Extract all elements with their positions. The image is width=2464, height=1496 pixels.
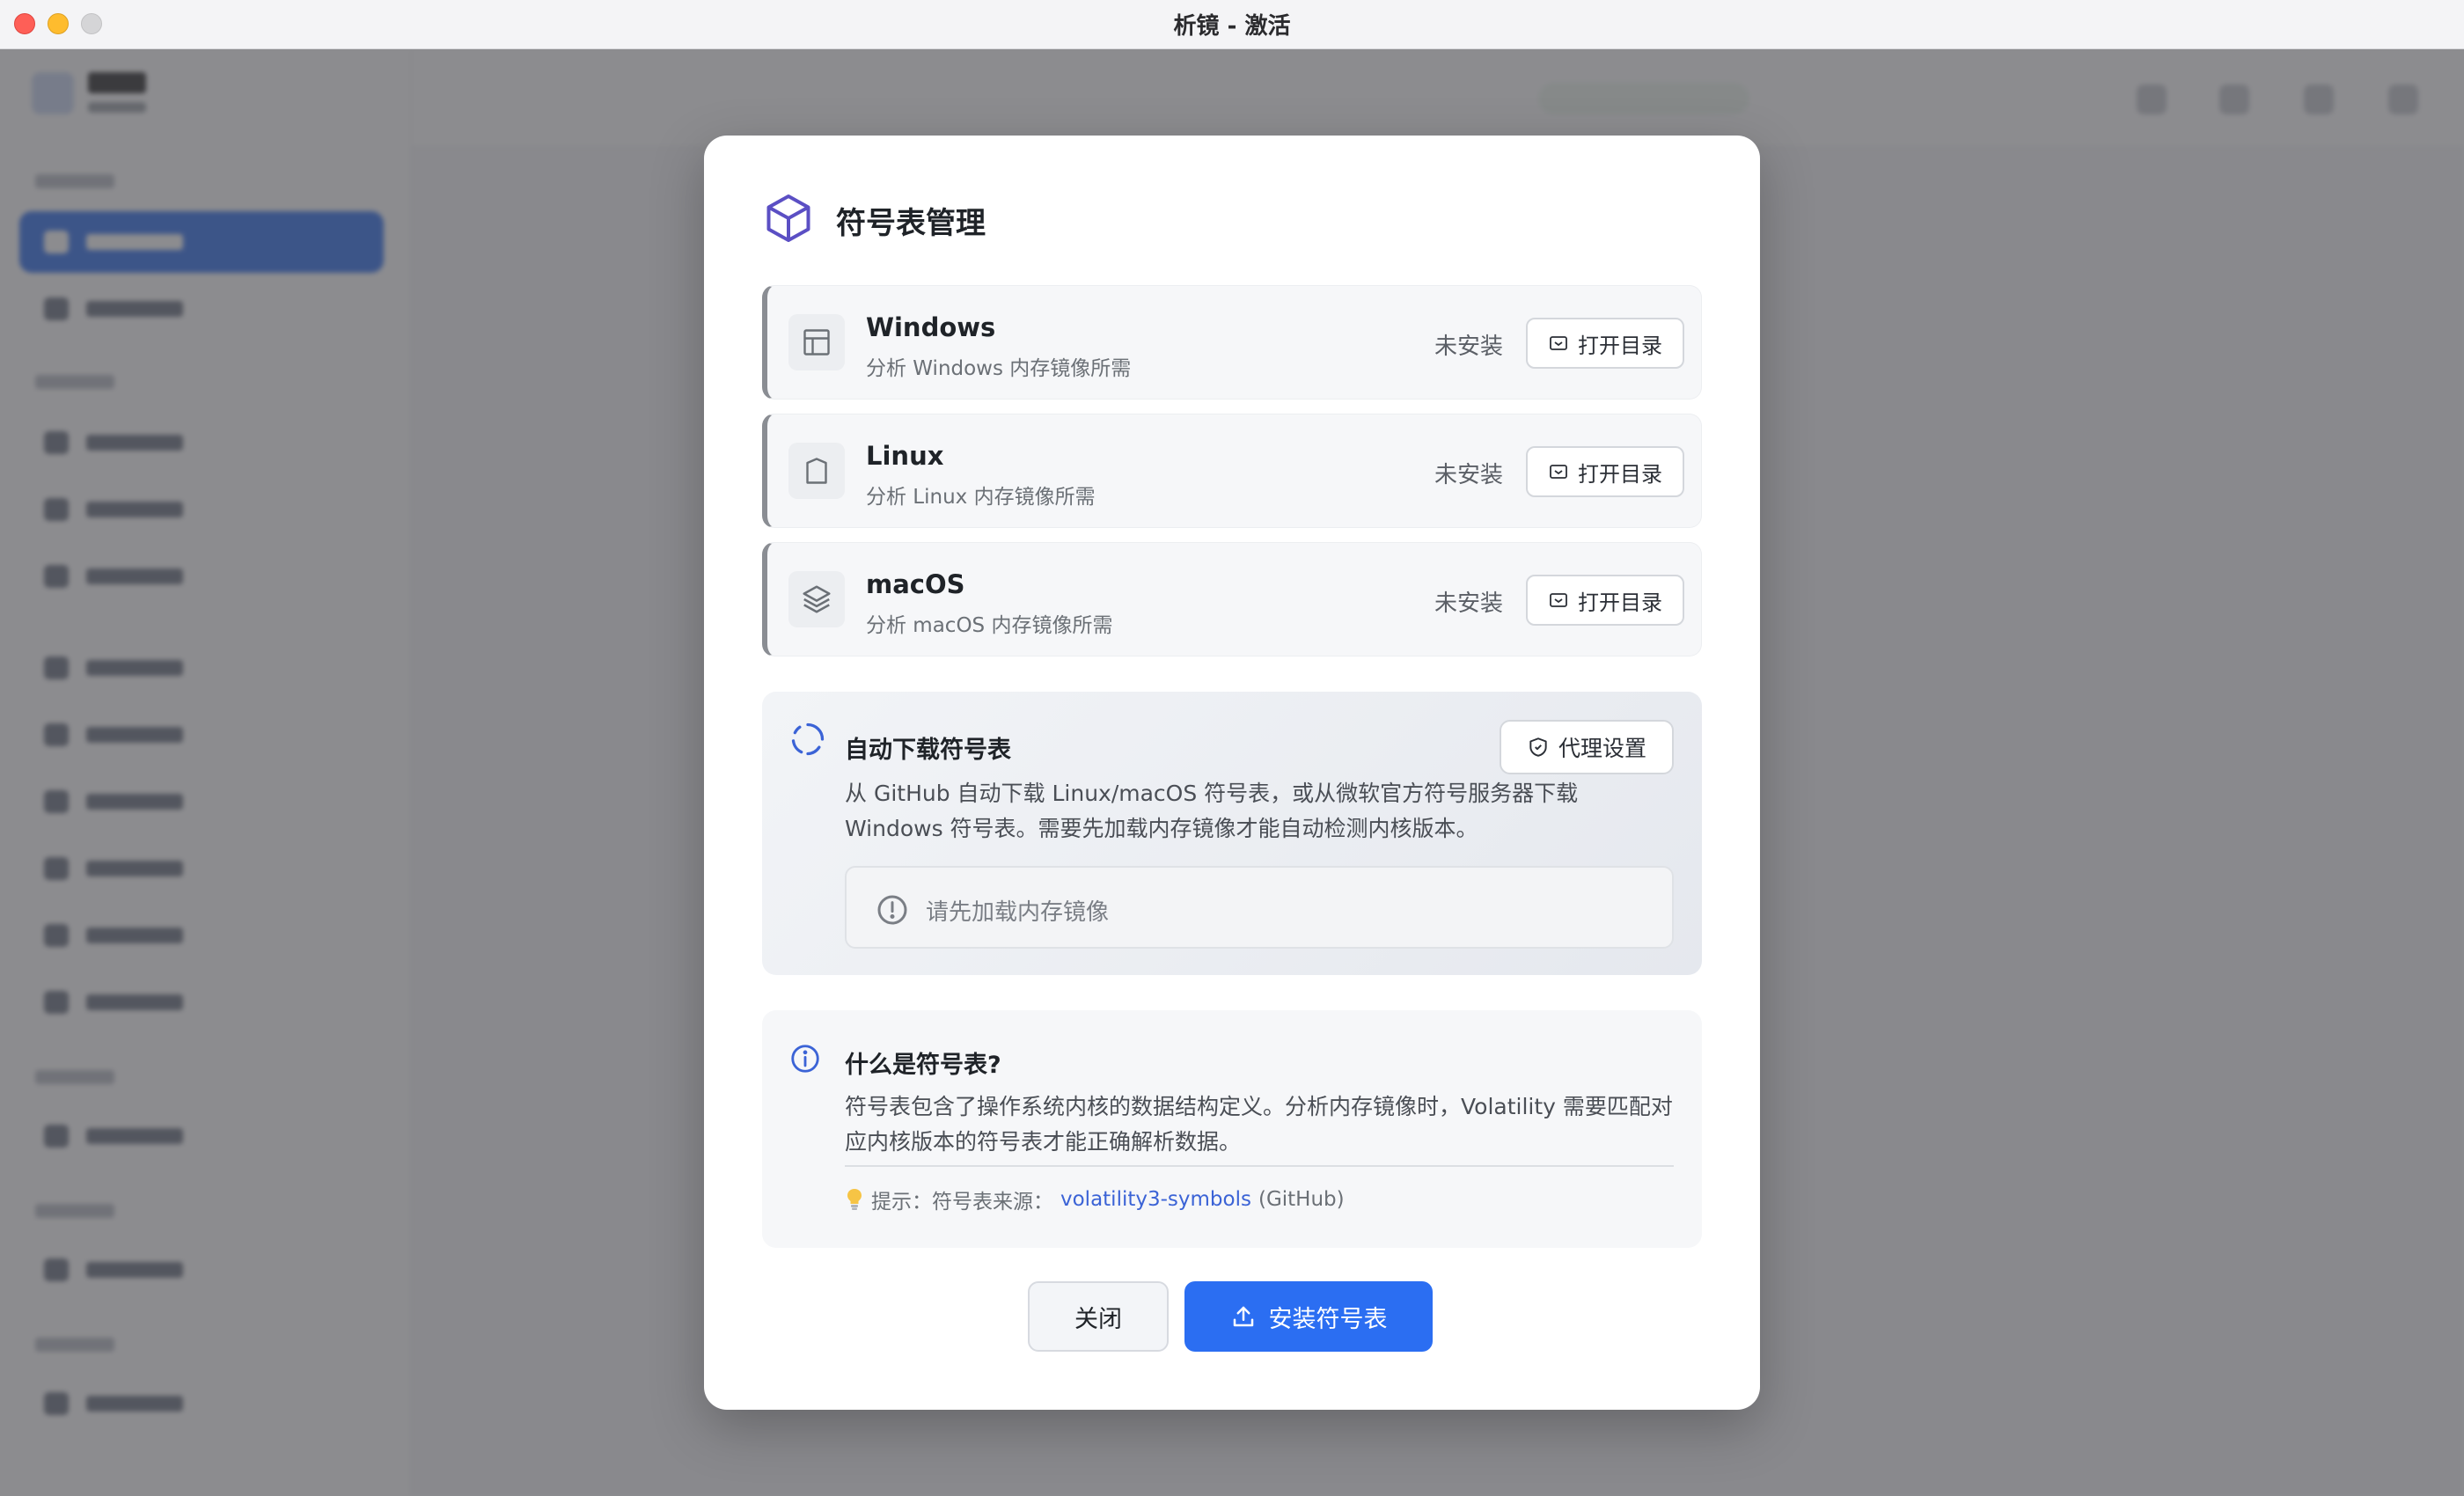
- status-badge: 未安装: [1434, 334, 1504, 360]
- button-label: 打开目录: [1578, 590, 1662, 615]
- window-titlebar: 析镜 - 激活: [0, 0, 2464, 49]
- notice-text: 请先加载内存镜像: [926, 899, 1110, 926]
- open-directory-button-macos[interactable]: 打开目录: [1526, 575, 1684, 626]
- modal-title: 符号表管理: [836, 205, 986, 241]
- minimize-window-button[interactable]: [48, 13, 69, 34]
- zoom-window-button[interactable]: [81, 13, 102, 34]
- shield-icon: [788, 443, 845, 499]
- windows-layout-icon: [788, 314, 845, 370]
- symbol-info-panel: 什么是符号表? 符号表包含了操作系统内核的数据结构定义。分析内存镜像时，Vola…: [762, 1010, 1702, 1248]
- open-directory-button-windows[interactable]: 打开目录: [1526, 318, 1684, 369]
- window-title: 析镜 - 激活: [1173, 13, 1291, 40]
- os-description: 分析 macOS 内存镜像所需: [866, 614, 1113, 637]
- upload-icon: [1233, 1306, 1253, 1327]
- tip-suffix: (GitHub): [1258, 1188, 1345, 1211]
- button-label: 打开目录: [1578, 333, 1662, 358]
- auto-download-panel: 自动下载符号表 代理设置 从 GitHub 自动下载 Linux/macOS 符…: [762, 692, 1702, 975]
- layers-icon: [788, 571, 845, 627]
- os-name: macOS: [866, 569, 965, 599]
- close-button[interactable]: 关闭: [1028, 1281, 1169, 1352]
- tip-prefix: 提示：符号表来源：: [871, 1191, 1053, 1214]
- status-badge: 未安装: [1434, 462, 1504, 488]
- alert-circle-icon: [875, 892, 910, 931]
- load-image-notice: 请先加载内存镜像: [845, 866, 1674, 949]
- os-card-macos: macOS 分析 macOS 内存镜像所需 未安装 打开目录: [762, 542, 1702, 656]
- auto-download-title: 自动下载符号表: [845, 737, 1011, 764]
- source-tip: 提示：符号表来源： volatility3-symbols (GitHub): [845, 1184, 1345, 1214]
- status-badge: 未安装: [1434, 590, 1504, 617]
- os-card-windows: Windows 分析 Windows 内存镜像所需 未安装 打开目录: [762, 285, 1702, 400]
- proxy-settings-button[interactable]: 代理设置: [1500, 720, 1674, 774]
- lightbulb-icon: [847, 1189, 862, 1210]
- folder-open-icon: [1550, 593, 1567, 607]
- modal-header: 符号表管理: [762, 194, 986, 246]
- symbol-table-modal: 符号表管理 Windows 分析 Windows 内存镜像所需 未安装 打开目录…: [704, 136, 1760, 1410]
- os-name: Linux: [866, 441, 944, 471]
- divider: [845, 1165, 1674, 1167]
- button-label: 安装符号表: [1268, 1305, 1388, 1333]
- folder-open-icon: [1550, 336, 1567, 350]
- os-card-linux: Linux 分析 Linux 内存镜像所需 未安装 打开目录: [762, 414, 1702, 528]
- shield-check-icon: [1529, 737, 1547, 757]
- loading-spinner-icon: [788, 720, 827, 762]
- info-description: 符号表包含了操作系统内核的数据结构定义。分析内存镜像时，Volatility 需…: [845, 1094, 1673, 1155]
- info-icon: [788, 1042, 822, 1079]
- folder-open-icon: [1550, 465, 1567, 479]
- button-label: 代理设置: [1558, 736, 1646, 761]
- open-directory-button-linux[interactable]: 打开目录: [1526, 446, 1684, 497]
- button-label: 打开目录: [1578, 461, 1662, 487]
- info-title: 什么是符号表?: [845, 1052, 1001, 1079]
- install-symbols-button[interactable]: 安装符号表: [1184, 1281, 1433, 1352]
- modal-footer: 关闭 安装符号表: [1028, 1281, 1433, 1352]
- cube-icon: [762, 192, 815, 248]
- close-window-button[interactable]: [14, 13, 35, 34]
- window-controls: [14, 13, 102, 34]
- symbols-repo-link[interactable]: volatility3-symbols: [1060, 1188, 1251, 1211]
- os-description: 分析 Linux 内存镜像所需: [866, 486, 1096, 509]
- os-name: Windows: [866, 312, 996, 342]
- os-description: 分析 Windows 内存镜像所需: [866, 357, 1132, 380]
- auto-download-description: 从 GitHub 自动下载 Linux/macOS 符号表，或从微软官方符号服务…: [845, 781, 1579, 841]
